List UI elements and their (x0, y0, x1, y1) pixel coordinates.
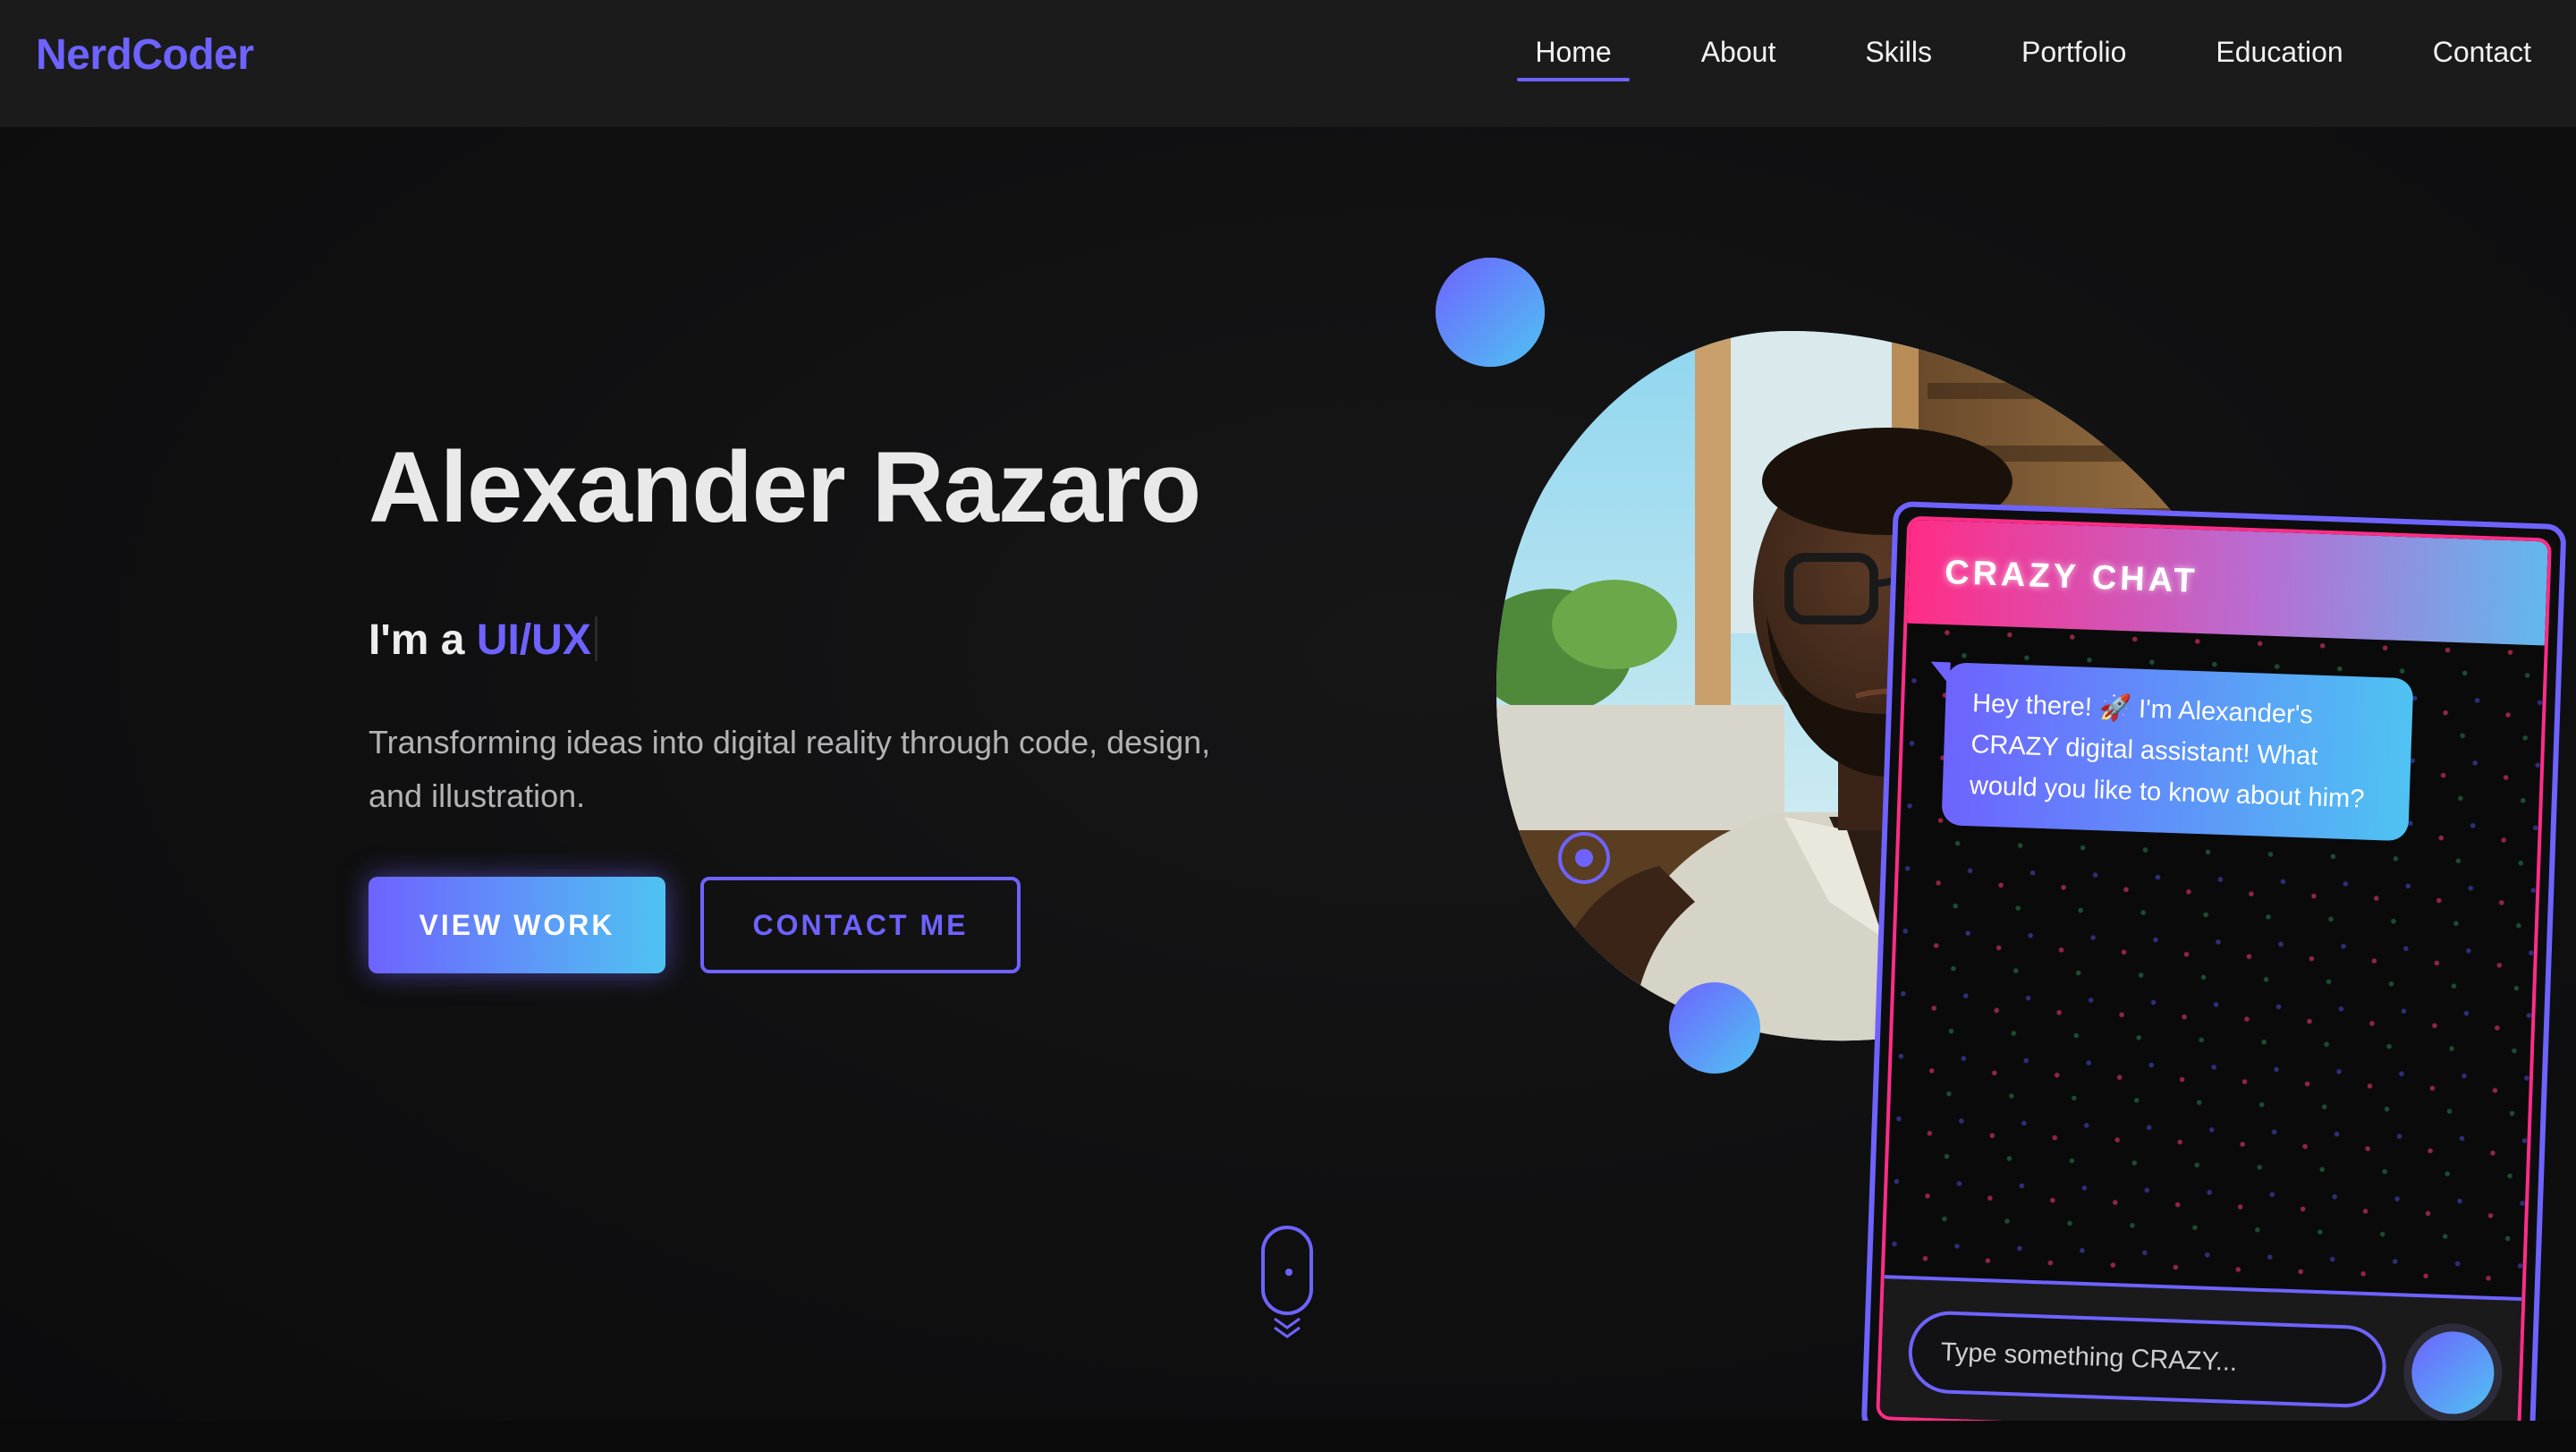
nav-links: Home About Skills Portfolio Education Co… (1445, 36, 2531, 81)
send-icon (2410, 1329, 2496, 1415)
role-prefix: I'm a (369, 616, 465, 664)
nav-link-home[interactable]: Home (1517, 36, 1631, 81)
hero-tagline: Transforming ideas into digital reality … (369, 724, 1211, 814)
nav-link-portfolio[interactable]: Portfolio (2021, 36, 2126, 81)
navbar: NerdCoder Home About Skills Portfolio Ed… (0, 0, 2576, 127)
decorative-dot-top-overlay (1436, 258, 1545, 367)
role-line: I'm a UI/UX (369, 616, 597, 665)
scroll-dot (1285, 1269, 1292, 1276)
target-ring-icon (1558, 832, 1610, 884)
page: NerdCoder Home About Skills Portfolio Ed… (0, 0, 2576, 1452)
chat-title: CRAZY CHAT (1944, 553, 2199, 600)
nav-link-about[interactable]: About (1701, 36, 1776, 81)
chat-widget: CRAZY CHAT Hey there! 🚀 I'm Alexander's … (1860, 501, 2567, 1452)
role-highlight: UI/UX (476, 616, 591, 664)
nav-link-contact[interactable]: Contact (2433, 36, 2531, 81)
bottom-strip (0, 1421, 2576, 1452)
hero-name: Alexander Razaro (369, 431, 1201, 543)
typing-caret (594, 616, 597, 661)
decorative-dot-bottom (1669, 982, 1760, 1074)
chat-footer (1879, 1275, 2522, 1439)
chat-message-bubble: Hey there! 🚀 I'm Alexander's CRAZY digit… (1941, 662, 2414, 842)
logo[interactable]: NerdCoder (36, 30, 254, 80)
send-button[interactable] (2402, 1321, 2504, 1424)
chat-panel: CRAZY CHAT Hey there! 🚀 I'm Alexander's … (1876, 515, 2552, 1443)
chat-header: CRAZY CHAT (1907, 519, 2548, 646)
contact-me-button[interactable]: CONTACT ME (700, 877, 1021, 973)
view-work-button[interactable]: VIEW WORK (369, 877, 665, 973)
chat-frame: CRAZY CHAT Hey there! 🚀 I'm Alexander's … (1860, 501, 2567, 1452)
scroll-mouse-icon[interactable] (1261, 1226, 1313, 1315)
chat-input[interactable] (1907, 1310, 2388, 1409)
nav-link-education[interactable]: Education (2216, 36, 2343, 81)
chevron-down-icon (1274, 1317, 1301, 1338)
nav-link-skills[interactable]: Skills (1865, 36, 1932, 81)
